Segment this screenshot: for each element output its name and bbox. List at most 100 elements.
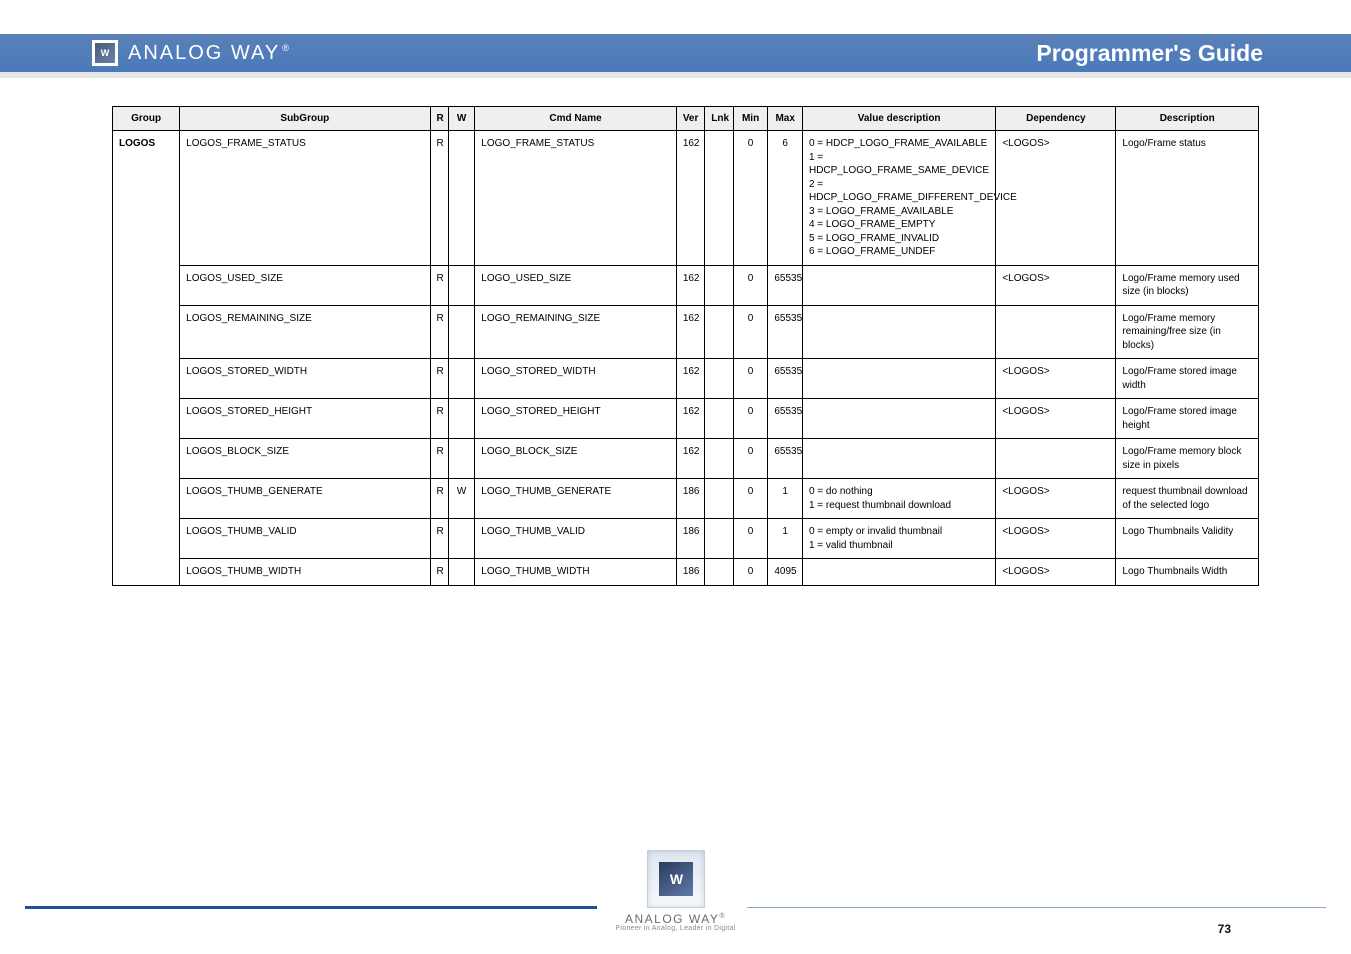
- cell-min: 0: [733, 519, 768, 559]
- cell-cmd: LOGO_THUMB_GENERATE: [475, 479, 677, 519]
- cell-r: R: [430, 359, 448, 399]
- cell-dep: <LOGOS>: [996, 479, 1116, 519]
- table-body: LOGOSLOGOS_FRAME_STATUSRLOGO_FRAME_STATU…: [113, 131, 1259, 586]
- cell-desc: Logo/Frame stored image width: [1116, 359, 1259, 399]
- th-max: Max: [768, 107, 803, 131]
- footer-divider: [0, 906, 1351, 909]
- cell-val: [802, 439, 995, 479]
- cell-min: 0: [733, 559, 768, 586]
- th-dep: Dependency: [996, 107, 1116, 131]
- cell-lnk: [705, 439, 733, 479]
- cell-r: R: [430, 479, 448, 519]
- cell-desc: Logo/Frame memory remaining/free size (i…: [1116, 305, 1259, 359]
- table-row: LOGOS_BLOCK_SIZERLOGO_BLOCK_SIZE16206553…: [113, 439, 1259, 479]
- th-group: Group: [113, 107, 180, 131]
- th-cmd: Cmd Name: [475, 107, 677, 131]
- cell-w: [448, 399, 474, 439]
- cell-desc: Logo/Frame memory block size in pixels: [1116, 439, 1259, 479]
- cell-dep: [996, 439, 1116, 479]
- cell-r: R: [430, 305, 448, 359]
- cell-lnk: [705, 479, 733, 519]
- cell-desc: request thumbnail download of the select…: [1116, 479, 1259, 519]
- cell-cmd: LOGO_STORED_WIDTH: [475, 359, 677, 399]
- page-number: 73: [1218, 922, 1231, 936]
- cell-sub: LOGOS_FRAME_STATUS: [180, 131, 430, 266]
- cell-cmd: LOGO_BLOCK_SIZE: [475, 439, 677, 479]
- cell-lnk: [705, 519, 733, 559]
- cell-w: [448, 265, 474, 305]
- cell-ver: 162: [676, 399, 704, 439]
- cell-sub: LOGOS_THUMB_GENERATE: [180, 479, 430, 519]
- command-table: Group SubGroup R W Cmd Name Ver Lnk Min …: [112, 106, 1259, 586]
- table-row: LOGOS_USED_SIZERLOGO_USED_SIZE162065535<…: [113, 265, 1259, 305]
- cell-w: [448, 131, 474, 266]
- cell-max: 1: [768, 519, 803, 559]
- cell-val: [802, 265, 995, 305]
- cell-sub: LOGOS_THUMB_WIDTH: [180, 559, 430, 586]
- th-ver: Ver: [676, 107, 704, 131]
- brand-text: ANALOG WAY®: [128, 42, 291, 65]
- cell-cmd: LOGO_THUMB_VALID: [475, 519, 677, 559]
- cell-min: 0: [733, 479, 768, 519]
- table-row: LOGOSLOGOS_FRAME_STATUSRLOGO_FRAME_STATU…: [113, 131, 1259, 266]
- cell-cmd: LOGO_STORED_HEIGHT: [475, 399, 677, 439]
- cell-min: 0: [733, 439, 768, 479]
- cell-w: [448, 359, 474, 399]
- cell-w: [448, 559, 474, 586]
- cell-max: 65535: [768, 399, 803, 439]
- cell-ver: 162: [676, 359, 704, 399]
- cell-sub: LOGOS_BLOCK_SIZE: [180, 439, 430, 479]
- th-val: Value description: [802, 107, 995, 131]
- cell-min: 0: [733, 131, 768, 266]
- cell-r: R: [430, 265, 448, 305]
- cell-min: 0: [733, 265, 768, 305]
- footer-logo-block: W ANALOG WAY® Pioneer in Analog, Leader …: [0, 850, 1351, 932]
- page-title: Programmer's Guide: [1036, 40, 1263, 67]
- cell-dep: <LOGOS>: [996, 359, 1116, 399]
- cell-ver: 162: [676, 131, 704, 266]
- cell-w: [448, 439, 474, 479]
- table-row: LOGOS_REMAINING_SIZER LOGO_REMAINING_SIZE…: [113, 305, 1259, 359]
- table-row: LOGOS_THUMB_WIDTHRLOGO_THUMB_WIDTH186040…: [113, 559, 1259, 586]
- cell-max: 65535: [768, 305, 803, 359]
- brand-name: ANALOG WAY: [128, 42, 280, 64]
- cell-sub: LOGOS_USED_SIZE: [180, 265, 430, 305]
- brand-icon: W: [92, 40, 118, 66]
- cell-ver: 162: [676, 265, 704, 305]
- cell-val: 0 = empty or invalid thumbnail1 = valid …: [802, 519, 995, 559]
- footer-brand: ANALOG WAY®: [625, 912, 726, 926]
- footer-badge-icon: W: [647, 850, 705, 908]
- cell-dep: <LOGOS>: [996, 559, 1116, 586]
- cell-dep: <LOGOS>: [996, 265, 1116, 305]
- cell-max: 65535: [768, 359, 803, 399]
- cell-lnk: [705, 305, 733, 359]
- cell-cmd: LOGO_REMAINING_SIZE: [475, 305, 677, 359]
- cell-dep: <LOGOS>: [996, 519, 1116, 559]
- cell-ver: 186: [676, 479, 704, 519]
- table-row: LOGOS_THUMB_GENERATERWLOGO_THUMB_GENERAT…: [113, 479, 1259, 519]
- cell-r: R: [430, 399, 448, 439]
- header-bar: W ANALOG WAY® Programmer's Guide: [0, 34, 1351, 72]
- table-head: Group SubGroup R W Cmd Name Ver Lnk Min …: [113, 107, 1259, 131]
- cell-desc: Logo/Frame stored image height: [1116, 399, 1259, 439]
- cell-min: 0: [733, 399, 768, 439]
- th-lnk: Lnk: [705, 107, 733, 131]
- cell-max: 4095: [768, 559, 803, 586]
- cell-sub: LOGOS_REMAINING_SIZE: [180, 305, 430, 359]
- cell-val: 0 = do nothing1 = request thumbnail down…: [802, 479, 995, 519]
- cell-max: 65535: [768, 265, 803, 305]
- cell-cmd: LOGO_FRAME_STATUS: [475, 131, 677, 266]
- cell-w: W: [448, 479, 474, 519]
- cell-min: 0: [733, 359, 768, 399]
- cell-ver: 162: [676, 439, 704, 479]
- reg-mark: ®: [282, 43, 291, 53]
- cell-desc: Logo/Frame status: [1116, 131, 1259, 266]
- footer-tagline: Pioneer in Analog, Leader in Digital: [615, 925, 735, 932]
- cell-min: 0: [733, 305, 768, 359]
- cell-max: 1: [768, 479, 803, 519]
- cell-cmd: LOGO_THUMB_WIDTH: [475, 559, 677, 586]
- cell-max: 6: [768, 131, 803, 266]
- table-row: LOGOS_STORED_WIDTHRLOGO_STORED_WIDTH1620…: [113, 359, 1259, 399]
- cell-w: [448, 519, 474, 559]
- table-row: LOGOS_STORED_HEIGHTRLOGO_STORED_HEIGHT16…: [113, 399, 1259, 439]
